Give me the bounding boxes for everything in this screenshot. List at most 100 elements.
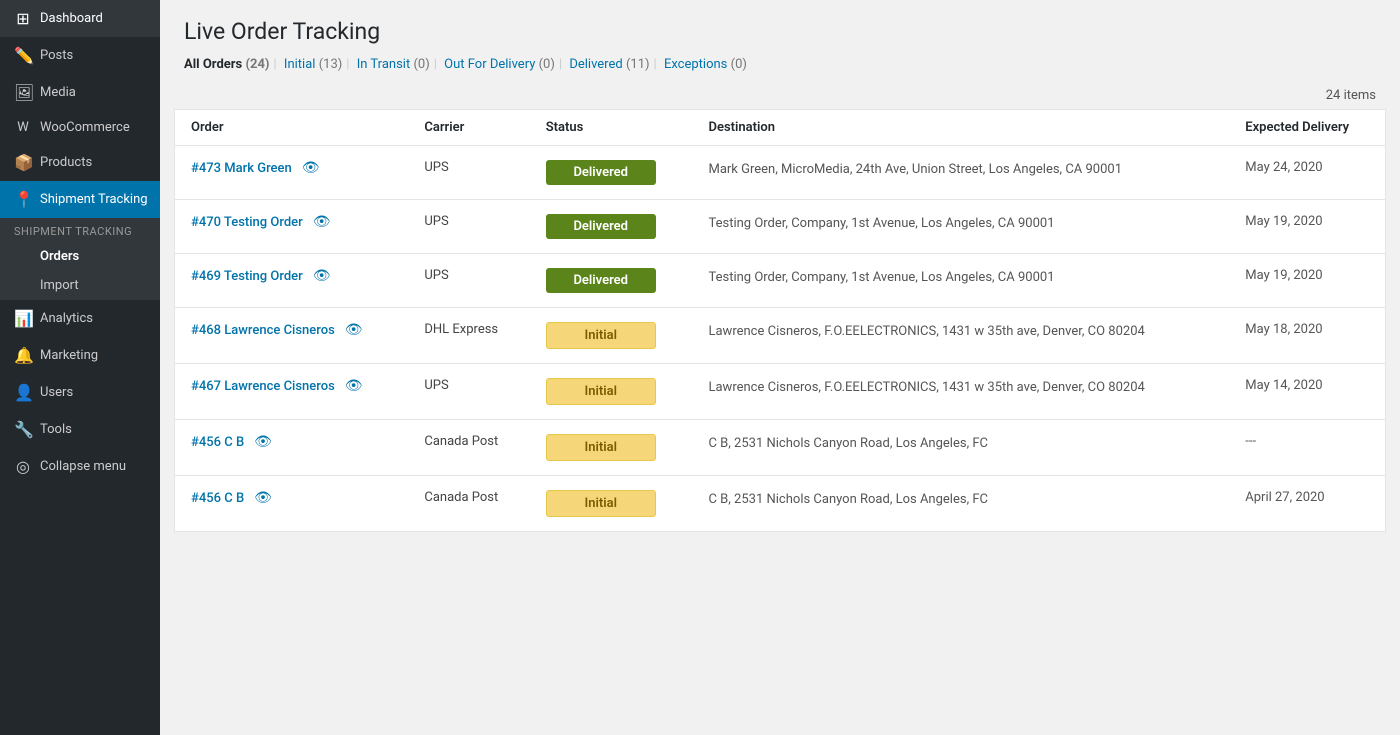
destination-cell-6: C B, 2531 Nichols Canyon Road, Los Angel… — [692, 476, 1229, 532]
page-header: Live Order Tracking All Orders (24) | In… — [160, 0, 1400, 82]
order-link-5[interactable]: #456 C B — [191, 435, 244, 450]
status-cell-4: Initial — [530, 364, 693, 420]
sidebar-item-marketing[interactable]: 🔔 Marketing — [0, 337, 160, 374]
destination-cell-0: Mark Green, MicroMedia, 24th Ave, Union … — [692, 146, 1229, 200]
status-badge-5: Initial — [546, 434, 656, 461]
sidebar-item-label: Shipment Tracking — [40, 192, 148, 207]
sidebar-submenu-import[interactable]: Import — [0, 271, 160, 300]
delivery-date-3: May 18, 2020 — [1245, 322, 1322, 337]
carrier-cell-3: DHL Express — [408, 308, 529, 364]
table-header-row: Order Carrier Status Destination Expecte… — [175, 110, 1386, 146]
carrier-cell-6: Canada Post — [408, 476, 529, 532]
filter-sep-5: | — [654, 57, 657, 72]
analytics-icon: 📊 — [14, 309, 32, 328]
destination-text-0: Mark Green, MicroMedia, 24th Ave, Union … — [708, 162, 1122, 177]
items-count: 24 items — [160, 82, 1400, 109]
sidebar-item-media[interactable]: 🖼 Media — [0, 74, 160, 111]
col-order: Order — [175, 110, 409, 146]
sidebar-item-label: Dashboard — [40, 11, 103, 26]
filter-out-for-delivery-link[interactable]: Out For Delivery — [444, 57, 535, 72]
filter-initial[interactable]: Initial (13) — [281, 57, 343, 72]
filter-exceptions-link[interactable]: Exceptions — [664, 57, 727, 72]
filter-all-orders-count: (24) — [245, 57, 269, 72]
marketing-icon: 🔔 — [14, 346, 32, 365]
table-row: #467 Lawrence Cisneros 👁 UPS Initial Law… — [175, 364, 1386, 420]
destination-cell-5: C B, 2531 Nichols Canyon Road, Los Angel… — [692, 420, 1229, 476]
filter-in-transit-link[interactable]: In Transit — [357, 57, 411, 72]
delivery-date-1: May 19, 2020 — [1245, 214, 1322, 229]
view-icon-6[interactable]: 👁 — [254, 490, 272, 506]
filter-out-for-delivery[interactable]: Out For Delivery (0) — [441, 57, 555, 72]
destination-cell-2: Testing Order, Company, 1st Avenue, Los … — [692, 254, 1229, 308]
order-link-4[interactable]: #467 Lawrence Cisneros — [191, 379, 335, 394]
sidebar-item-label: Collapse menu — [40, 459, 126, 474]
order-cell-4: #467 Lawrence Cisneros 👁 — [175, 364, 409, 420]
sidebar-item-label: Products — [40, 155, 92, 170]
sidebar-item-label: WooCommerce — [40, 120, 130, 135]
table-row: #469 Testing Order 👁 UPS Delivered Testi… — [175, 254, 1386, 308]
status-badge-2: Delivered — [546, 268, 656, 293]
table-row: #473 Mark Green 👁 UPS Delivered Mark Gre… — [175, 146, 1386, 200]
sidebar-item-shipment-tracking[interactable]: 📍 Shipment Tracking — [0, 181, 160, 218]
filter-delivered[interactable]: Delivered (11) — [566, 57, 649, 72]
sidebar-item-collapse[interactable]: ◎ Collapse menu — [0, 448, 160, 485]
view-icon-3[interactable]: 👁 — [345, 322, 363, 338]
main-content: Live Order Tracking All Orders (24) | In… — [160, 0, 1400, 735]
order-link-6[interactable]: #456 C B — [191, 491, 244, 506]
filter-delivered-count: (11) — [626, 57, 650, 72]
order-link-2[interactable]: #469 Testing Order — [191, 269, 303, 284]
order-cell-6: #456 C B 👁 — [175, 476, 409, 532]
order-link-0[interactable]: #473 Mark Green — [191, 161, 292, 176]
destination-text-3: Lawrence Cisneros, F.O.EELECTRONICS, 143… — [708, 324, 1144, 339]
filter-all-orders[interactable]: All Orders (24) — [184, 57, 270, 72]
status-badge-4: Initial — [546, 378, 656, 405]
table-row: #468 Lawrence Cisneros 👁 DHL Express Ini… — [175, 308, 1386, 364]
delivery-date-cell-3: May 18, 2020 — [1229, 308, 1385, 364]
users-icon: 👤 — [14, 383, 32, 402]
sidebar-item-dashboard[interactable]: ⊞ Dashboard — [0, 0, 160, 37]
order-cell-1: #470 Testing Order 👁 — [175, 200, 409, 254]
view-icon-4[interactable]: 👁 — [345, 378, 363, 394]
media-icon: 🖼 — [14, 83, 32, 102]
orders-table: Order Carrier Status Destination Expecte… — [174, 109, 1386, 532]
view-icon-5[interactable]: 👁 — [254, 434, 272, 450]
order-link-1[interactable]: #470 Testing Order — [191, 215, 303, 230]
sidebar-item-label: Analytics — [40, 311, 93, 326]
sidebar-item-tools[interactable]: 🔧 Tools — [0, 411, 160, 448]
filter-in-transit[interactable]: In Transit (0) — [353, 57, 429, 72]
filter-in-transit-count: (0) — [413, 57, 429, 72]
filter-initial-count: (13) — [319, 57, 343, 72]
filter-delivered-link[interactable]: Delivered — [569, 57, 622, 72]
destination-text-4: Lawrence Cisneros, F.O.EELECTRONICS, 143… — [708, 380, 1144, 395]
status-badge-6: Initial — [546, 490, 656, 517]
sidebar-item-posts[interactable]: ✏️ Posts — [0, 37, 160, 74]
sidebar-item-woocommerce[interactable]: W WooCommerce — [0, 111, 160, 144]
shipment-tracking-icon: 📍 — [14, 190, 32, 209]
view-icon-2[interactable]: 👁 — [313, 268, 331, 284]
filter-all-orders-label: All Orders — [184, 57, 242, 72]
submenu-group-label: Shipment Tracking — [0, 218, 160, 242]
destination-text-6: C B, 2531 Nichols Canyon Road, Los Angel… — [708, 492, 988, 507]
filter-initial-link[interactable]: Initial — [284, 57, 316, 72]
delivery-date-cell-1: May 19, 2020 — [1229, 200, 1385, 254]
table-row: #470 Testing Order 👁 UPS Delivered Testi… — [175, 200, 1386, 254]
view-icon-0[interactable]: 👁 — [302, 160, 320, 176]
sidebar-item-analytics[interactable]: 📊 Analytics — [0, 300, 160, 337]
delivery-date-cell-4: May 14, 2020 — [1229, 364, 1385, 420]
destination-cell-1: Testing Order, Company, 1st Avenue, Los … — [692, 200, 1229, 254]
order-cell-3: #468 Lawrence Cisneros 👁 — [175, 308, 409, 364]
status-badge-3: Initial — [546, 322, 656, 349]
sidebar-submenu-orders[interactable]: Orders — [0, 242, 160, 271]
filter-sep-3: | — [434, 57, 437, 72]
collapse-icon: ◎ — [14, 457, 32, 476]
status-cell-6: Initial — [530, 476, 693, 532]
order-link-3[interactable]: #468 Lawrence Cisneros — [191, 323, 335, 338]
sidebar-item-users[interactable]: 👤 Users — [0, 374, 160, 411]
delivery-date-cell-6: April 27, 2020 — [1229, 476, 1385, 532]
delivery-date-cell-0: May 24, 2020 — [1229, 146, 1385, 200]
view-icon-1[interactable]: 👁 — [313, 214, 331, 230]
sidebar-item-products[interactable]: 📦 Products — [0, 144, 160, 181]
sidebar-submenu: Shipment Tracking Orders Import — [0, 218, 160, 300]
sidebar-item-label: Media — [40, 85, 76, 100]
filter-exceptions[interactable]: Exceptions (0) — [661, 57, 747, 72]
